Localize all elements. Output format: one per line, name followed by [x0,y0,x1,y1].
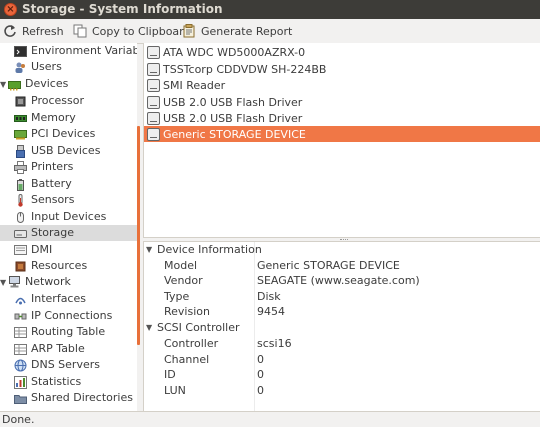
tree-item-network[interactable]: ▼ Network [0,274,137,290]
drive-icon [147,111,160,125]
report-icon [182,24,196,38]
collapse-arrow-icon[interactable]: ▼ [146,320,152,336]
tree-item-ip-connections[interactable]: IP Connections [0,308,137,324]
printer-icon [14,160,27,174]
arp-table-icon [14,343,27,356]
tree-item-memory[interactable]: Memory [0,110,137,126]
users-icon [14,61,27,74]
splitter-grip[interactable] [340,239,348,241]
shared-directories-icon [14,392,27,405]
refresh-button[interactable]: Refresh [3,22,64,40]
expand-arrow-icon[interactable]: ▼ [0,276,8,289]
battery-icon [14,178,27,191]
tree-item-pci-devices[interactable]: PCI Devices [0,126,137,142]
drive-icon [147,78,160,92]
device-row-selected[interactable]: Generic STORAGE DEVICE [144,126,540,142]
tree-item-statistics[interactable]: Statistics [0,374,137,390]
detail-row-controller: Controller scsi16 [164,337,292,350]
tree-item-devices[interactable]: ▼ Devices [0,76,137,92]
status-bar: Done. [0,411,540,427]
copy-icon [73,24,87,38]
tree-item-arp-table[interactable]: ARP Table [0,341,137,357]
report-label: Generate Report [201,24,293,38]
device-row[interactable]: ATA WDC WD5000AZRX-0 [144,44,540,60]
tree-item-routing-table[interactable]: Routing Table [0,324,137,340]
refresh-label: Refresh [22,24,64,38]
detail-row-revision: Revision 9454 [164,305,285,318]
category-tree[interactable]: Environment Variables Users ▼ Devices Pr… [0,43,137,411]
detail-row-channel: Channel 0 [164,353,264,366]
drive-icon [147,127,160,141]
processor-icon [14,95,27,108]
device-row[interactable]: USB 2.0 USB Flash Driver [144,110,540,126]
detail-row-vendor: Vendor SEAGATE (www.seagate.com) [164,274,420,287]
copy-to-clipboard-button[interactable]: Copy to Clipboard [73,22,190,40]
tree-item-printers[interactable]: Printers [0,159,137,175]
input-devices-icon [14,211,27,224]
tree-item-dmi[interactable]: DMI [0,242,137,258]
group-scsi-controller[interactable]: ▼ SCSI Controller [144,320,540,336]
group-device-information[interactable]: ▼ Device Information [144,242,540,258]
interfaces-icon [14,293,27,306]
dns-icon [14,359,27,372]
close-window-button[interactable]: × [4,3,17,16]
detail-row-type: Type Disk [164,290,281,303]
tree-item-usb-devices[interactable]: USB Devices [0,143,137,159]
routing-table-icon [14,326,27,339]
close-icon: × [6,4,15,15]
device-row[interactable]: TSSTcorp CDDVDW SH-224BB [144,61,540,77]
tree-scrollbar[interactable] [137,126,140,345]
device-list[interactable]: ATA WDC WD5000AZRX-0 TSSTcorp CDDVDW SH-… [143,43,540,237]
tree-item-input-devices[interactable]: Input Devices [0,209,137,225]
tree-item-dns-servers[interactable]: DNS Servers [0,357,137,373]
ip-connections-icon [14,310,27,323]
copy-label: Copy to Clipboard [92,24,191,38]
terminal-icon [14,45,27,58]
tree-item-processor[interactable]: Processor [0,93,137,109]
device-row[interactable]: SMI Reader [144,77,540,93]
drive-icon [147,95,160,109]
status-text: Done. [2,413,35,426]
devices-icon [8,78,21,91]
hard-disk-icon [147,45,160,59]
usb-icon [14,144,27,158]
statistics-icon [14,375,27,389]
tree-item-battery[interactable]: Battery [0,176,137,192]
memory-icon [14,112,27,125]
detail-row-model: Model Generic STORAGE DEVICE [164,259,400,272]
window-title: Storage - System Information [22,2,223,16]
toolbar: Refresh Copy to Clipboard Generate Repor… [0,19,540,44]
collapse-arrow-icon[interactable]: ▼ [146,242,152,258]
optical-drive-icon [147,62,160,76]
tree-item-environment-variables[interactable]: Environment Variables [0,43,137,59]
title-bar: × Storage - System Information [0,0,540,19]
storage-icon [14,227,27,240]
tree-item-interfaces[interactable]: Interfaces [0,291,137,307]
detail-row-id: ID 0 [164,368,264,381]
device-row[interactable]: USB 2.0 USB Flash Driver [144,94,540,110]
resources-icon [14,260,27,273]
tree-item-storage[interactable]: Storage [0,225,137,241]
sensor-icon [14,193,27,207]
tree-item-shared-directories[interactable]: Shared Directories [0,390,137,406]
pci-icon [14,128,27,141]
detail-row-lun: LUN 0 [164,384,264,397]
tree-item-resources[interactable]: Resources [0,258,137,274]
generate-report-button[interactable]: Generate Report [182,22,292,40]
expand-arrow-icon[interactable]: ▼ [0,78,8,91]
details-pane: ▼ Device Information Model Generic STORA… [143,242,540,411]
refresh-icon [3,24,17,38]
network-icon [8,275,21,289]
tree-item-users[interactable]: Users [0,59,137,75]
dmi-icon [14,244,27,257]
tree-item-sensors[interactable]: Sensors [0,192,137,208]
